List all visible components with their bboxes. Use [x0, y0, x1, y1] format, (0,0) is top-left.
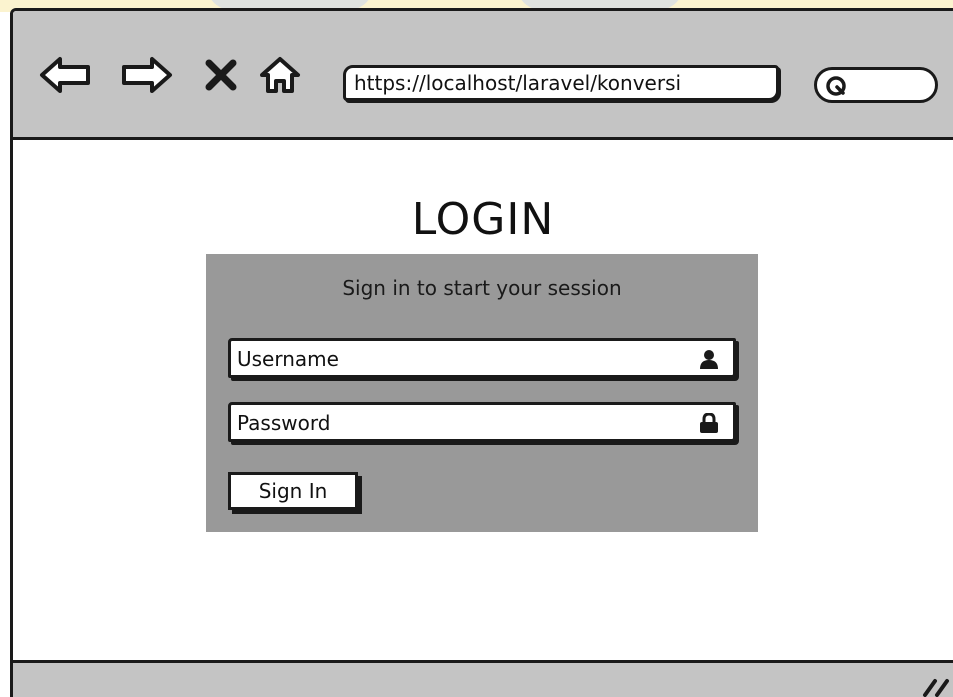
login-panel: Sign in to start your session Sign: [206, 254, 758, 532]
page-content: LOGIN Sign in to start your session User…: [13, 140, 953, 660]
resize-grip-icon[interactable]: [921, 675, 951, 697]
forward-arrow-icon: [122, 57, 172, 93]
sign-in-button[interactable]: Sign In: [228, 472, 358, 510]
back-arrow-icon: [40, 57, 90, 93]
home-icon: [260, 57, 300, 93]
stop-button[interactable]: [203, 55, 243, 95]
close-x-icon: [205, 59, 237, 91]
forward-button[interactable]: [118, 55, 172, 95]
screen: https://localhost/laravel/konversi LOGIN…: [0, 0, 953, 697]
browser-status-bar: [13, 660, 953, 697]
home-button[interactable]: [258, 55, 304, 95]
browser-search-field[interactable]: [814, 67, 938, 103]
password-input[interactable]: [235, 407, 679, 439]
username-field[interactable]: [228, 338, 736, 378]
password-field[interactable]: [228, 402, 736, 442]
browser-window: https://localhost/laravel/konversi LOGIN…: [10, 8, 953, 697]
back-button[interactable]: [38, 55, 90, 95]
lock-icon: [700, 413, 718, 433]
user-icon: [700, 350, 718, 369]
username-input[interactable]: [235, 343, 679, 375]
browser-toolbar: https://localhost/laravel/konversi: [13, 11, 953, 140]
address-bar[interactable]: https://localhost/laravel/konversi: [343, 65, 779, 101]
search-icon: [826, 76, 846, 96]
login-subtitle: Sign in to start your session: [342, 276, 622, 300]
page-title: LOGIN: [411, 194, 555, 245]
